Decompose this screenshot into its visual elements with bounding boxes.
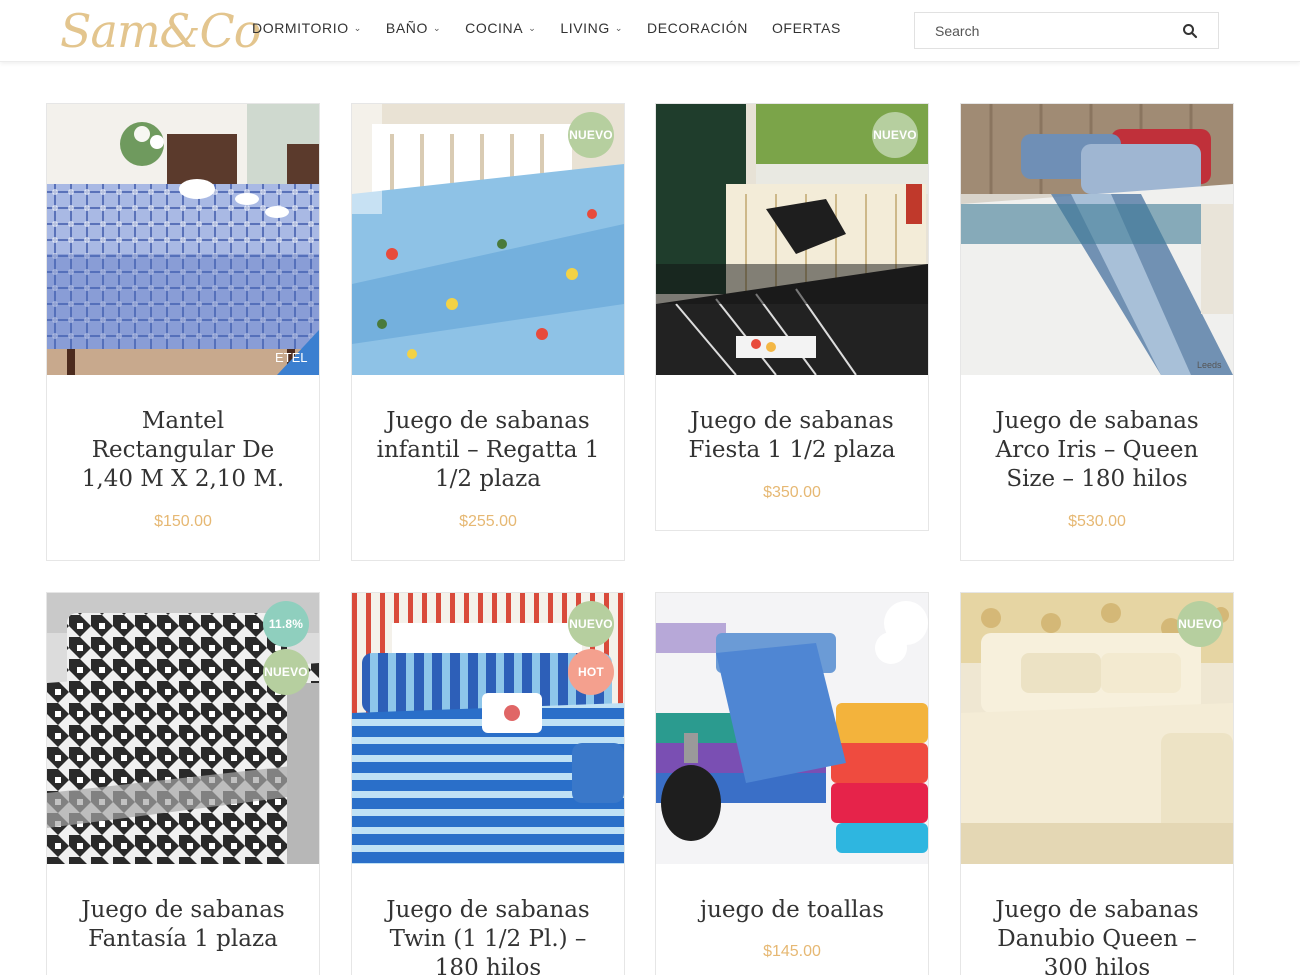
image-watermark: Leeds — [1197, 360, 1222, 370]
product-price: $145.00 — [763, 943, 821, 960]
search-icon[interactable] — [1182, 23, 1198, 39]
site-header: Sam&Co DORMITORIO ⌄ BAÑO ⌄ COCINA ⌄ LIVI… — [0, 0, 1300, 62]
product-card[interactable]: NUEVO Juego de sabanas Fiesta 1 1/2 plaz… — [655, 103, 929, 531]
product-title[interactable]: Juego de sabanas Fantasía 1 plaza — [67, 896, 299, 954]
product-image[interactable]: Leeds — [961, 104, 1233, 375]
product-price: $350.00 — [763, 484, 821, 501]
main-nav: DORMITORIO ⌄ BAÑO ⌄ COCINA ⌄ LIVING ⌄ DE… — [252, 20, 865, 36]
chevron-down-icon: ⌄ — [353, 22, 362, 33]
product-image[interactable]: ETEL — [47, 104, 319, 375]
badge-hot: HOT — [568, 649, 614, 695]
chevron-down-icon: ⌄ — [432, 22, 442, 33]
product-title[interactable]: Juego de sabanas Arco Iris – Queen Size … — [981, 407, 1213, 494]
image-watermark: ETEL — [275, 350, 308, 365]
badge-discount: 11.8% — [263, 601, 309, 647]
brand-logo[interactable]: Sam&Co — [60, 2, 261, 60]
nav-item-label: BAÑO — [385, 20, 428, 36]
nav-item-dormitorio[interactable]: DORMITORIO ⌄ — [252, 20, 362, 36]
badge-new: NUEVO — [263, 649, 309, 695]
product-card[interactable]: ETEL Mantel Rectangular De 1,40 M X 2,10… — [46, 103, 320, 561]
product-card[interactable]: juego de toallas $145.00 — [655, 592, 929, 975]
badge-new: NUEVO — [568, 601, 614, 647]
chevron-down-icon: ⌄ — [528, 22, 537, 33]
product-card[interactable]: Leeds Juego de sabanas Arco Iris – Queen… — [960, 103, 1234, 561]
product-card[interactable]: NUEVO Juego de sabanas infantil – Regatt… — [351, 103, 625, 561]
product-price: $255.00 — [459, 513, 517, 530]
nav-item-living[interactable]: LIVING ⌄ — [560, 20, 623, 36]
product-title[interactable]: Juego de sabanas Twin (1 1/2 Pl.) – 180 … — [372, 896, 604, 975]
product-card[interactable]: NUEVO HOT Juego de sabanas Twin (1 1/2 P… — [351, 592, 625, 975]
nav-item-label: OFERTAS — [771, 20, 841, 36]
product-price: $150.00 — [154, 513, 212, 530]
nav-item-cocina[interactable]: COCINA ⌄ — [465, 20, 536, 36]
nav-item-bano[interactable]: BAÑO ⌄ — [386, 20, 441, 36]
search-box — [914, 12, 1219, 49]
nav-item-decoracion[interactable]: DECORACIÓN — [647, 20, 748, 36]
product-title[interactable]: Juego de sabanas Danubio Queen – 300 hil… — [981, 896, 1213, 975]
badge-new: NUEVO — [872, 112, 918, 158]
nav-item-ofertas[interactable]: OFERTAS — [772, 20, 841, 36]
nav-item-label: DORMITORIO — [252, 20, 349, 36]
nav-item-label: LIVING — [560, 20, 610, 36]
product-title[interactable]: Juego de sabanas infantil – Regatta 1 1/… — [372, 407, 604, 494]
product-title[interactable]: Juego de sabanas Fiesta 1 1/2 plaza — [676, 407, 908, 465]
nav-item-label: COCINA — [465, 20, 524, 36]
product-title[interactable]: Mantel Rectangular De 1,40 M X 2,10 M. — [67, 407, 299, 494]
product-price: $530.00 — [1068, 513, 1126, 530]
search-input[interactable] — [915, 13, 1165, 48]
badge-new: NUEVO — [1177, 601, 1223, 647]
product-image[interactable] — [656, 593, 928, 864]
product-card[interactable]: 11.8% NUEVO Juego de sabanas Fantasía 1 … — [46, 592, 320, 975]
chevron-down-icon: ⌄ — [614, 22, 624, 33]
badge-new: NUEVO — [568, 112, 614, 158]
product-card[interactable]: NUEVO Juego de sabanas Danubio Queen – 3… — [960, 592, 1234, 975]
nav-item-label: DECORACIÓN — [647, 20, 748, 36]
product-title[interactable]: juego de toallas — [676, 896, 908, 925]
